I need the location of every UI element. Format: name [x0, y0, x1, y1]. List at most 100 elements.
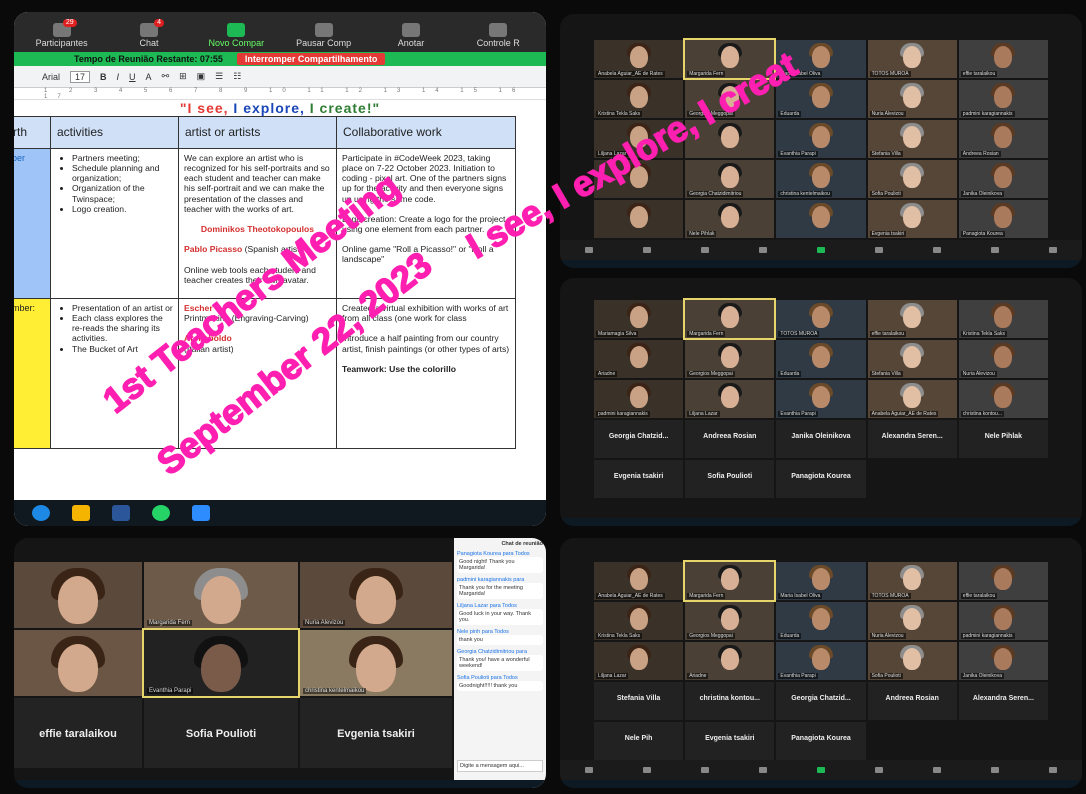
chat-message: Liljana Lazar para Todos Good luck in you…: [457, 603, 543, 625]
participant-name: Kristina Tekla Saks: [960, 331, 1007, 337]
underline-icon[interactable]: U: [129, 72, 136, 82]
remote-control-button[interactable]: Controle R: [455, 23, 542, 49]
windows-taskbar: [560, 780, 1082, 788]
participants-icon: 29: [52, 19, 77, 38]
video-tile: Mariamagia Silva: [594, 300, 684, 338]
bold-icon[interactable]: B: [100, 72, 107, 82]
participant-name: Panagiota Kourea: [960, 231, 1005, 237]
participant-name: Anabela Aguiar_AE de Rates: [596, 593, 665, 599]
participant-name: Georgios Meggopai: [687, 633, 735, 639]
header-activities: activities: [50, 116, 179, 149]
windows-taskbar: [560, 518, 1082, 526]
participant-name: Nele Pihlak: [687, 231, 717, 237]
chat-panel: Chat de reunião Panagiota Kourea para To…: [454, 538, 546, 788]
participant-name: Evanthia Parapi: [778, 151, 818, 157]
pencil-icon: [401, 23, 420, 38]
time-remaining: Tempo de Reunião Restante: 07:55: [74, 54, 223, 64]
participants-button[interactable]: [701, 247, 709, 254]
participants-button[interactable]: 29 Participantes: [18, 19, 105, 49]
name-tile: effie taralaikou: [14, 698, 142, 768]
video-tile: christina kontou...: [958, 380, 1048, 418]
zoom-gallery-bottom: Anabela Aguiar_AE de Rates Margarida Fern…: [560, 538, 1082, 788]
video-tile: Anabela Aguiar_AE de Rates: [867, 380, 957, 418]
comment-icon[interactable]: ⊞: [179, 71, 187, 82]
folder-icon[interactable]: [72, 505, 90, 521]
share-button[interactable]: [817, 247, 825, 254]
font-select[interactable]: Arial: [42, 72, 60, 82]
text-color-icon[interactable]: A: [146, 72, 152, 82]
share-button[interactable]: [817, 767, 825, 774]
list-icon[interactable]: ☷: [233, 71, 241, 82]
windows-taskbar: [560, 260, 1082, 268]
align-icon[interactable]: ☰: [215, 71, 223, 82]
video-tile: [14, 562, 142, 628]
pause-icon: [314, 23, 333, 38]
participant-name: Kristina Tekla Saks: [596, 111, 643, 117]
whiteboard-button[interactable]: [1049, 247, 1057, 254]
mute-button[interactable]: [585, 767, 593, 774]
stop-share-button[interactable]: Interromper Compartilhamento: [236, 53, 386, 65]
font-size-input[interactable]: 17: [70, 70, 91, 83]
video-tile: Sofia Poulioti: [867, 160, 957, 198]
zoom-gallery-mid: Mariamagia Silva Margarida Fern TOTOS MURO…: [560, 278, 1082, 526]
security-button[interactable]: [643, 247, 651, 254]
remote-icon: [489, 23, 508, 38]
chat-message: Sofia Poulioti para Todos Goodnight!!!!! …: [457, 675, 543, 691]
participant-name: padmini karagiannakis: [960, 111, 1015, 117]
video-tile: [776, 200, 866, 238]
zoom-speaker-view: Margarida Fern Nuria Alevizou Evanthia P…: [14, 538, 546, 788]
participants-button[interactable]: [701, 767, 709, 774]
annotate-button[interactable]: Anotar: [367, 23, 454, 49]
record-button[interactable]: [875, 767, 883, 774]
record-button[interactable]: [875, 247, 883, 254]
chat-label: Chat: [139, 38, 159, 49]
whiteboard-button[interactable]: [1049, 767, 1057, 774]
video-tile: Nuria Alevizou: [958, 340, 1048, 378]
participant-name: Nuria Alevizou: [960, 371, 997, 377]
pause-share-button[interactable]: Pausar Comp: [280, 23, 367, 49]
edge-icon[interactable]: [32, 505, 50, 521]
whatsapp-icon[interactable]: [152, 505, 170, 521]
video-tile: Nuria Alevizou: [867, 80, 957, 118]
zoom-icon[interactable]: [192, 505, 210, 521]
apps-button[interactable]: [991, 247, 999, 254]
chat-messages: Panagiota Kourea para Todos Good night! T…: [457, 551, 543, 691]
word-icon[interactable]: [112, 505, 130, 521]
chat-message: Georgia Chatzidimitriou para Thank you! h…: [457, 649, 543, 671]
video-tile: Liljana Lazar: [594, 642, 684, 680]
participant-name: Liljana Lazar: [596, 673, 629, 679]
header-artists: artist or artists: [178, 116, 337, 149]
chat-icon: 4: [139, 19, 164, 38]
name-tile: Evgenia tsakiri: [594, 460, 684, 498]
participant-name: Georgia Chatzidimitriou: [687, 191, 744, 197]
participant-name: Janika Oleinikova: [960, 191, 1004, 197]
chat-button[interactable]: [759, 247, 767, 254]
video-tile: Nele Pihlak: [685, 200, 775, 238]
image-icon[interactable]: ▣: [197, 71, 206, 82]
reactions-button[interactable]: [933, 767, 941, 774]
participant-name: TOTOS MUROA: [869, 71, 911, 77]
link-icon[interactable]: ⚯: [162, 71, 170, 82]
new-share-button[interactable]: Novo Compar: [193, 23, 280, 49]
header-month: rth: [14, 116, 51, 149]
chat-button[interactable]: [759, 767, 767, 774]
participant-name: effie taralaikou: [960, 593, 998, 599]
security-button[interactable]: [643, 767, 651, 774]
participant-name: Ariadne: [596, 371, 618, 377]
video-tile: Janika Oleinikova: [958, 642, 1048, 680]
participants-label: Participantes: [35, 38, 88, 49]
participant-name: Sofia Poulioti: [869, 673, 903, 679]
participant-name: Kristina Tekla Saks: [596, 633, 643, 639]
participant-name: Eduarda: [778, 371, 802, 377]
remote-control-label: Controle R: [476, 38, 520, 49]
chat-input[interactable]: Digite a mensagem aqui...: [457, 760, 543, 772]
video-tile: Sofia Poulioti: [867, 642, 957, 680]
mute-button[interactable]: [585, 247, 593, 254]
chat-message: padmini karagiannakis para Thank you for …: [457, 577, 543, 599]
italic-icon[interactable]: I: [117, 72, 120, 82]
video-tile: Evanthia Parapi: [776, 642, 866, 680]
video-tile: effie taralaikou: [958, 562, 1048, 600]
chat-button[interactable]: 4 Chat: [105, 19, 192, 49]
reactions-button[interactable]: [933, 247, 941, 254]
apps-button[interactable]: [991, 767, 999, 774]
